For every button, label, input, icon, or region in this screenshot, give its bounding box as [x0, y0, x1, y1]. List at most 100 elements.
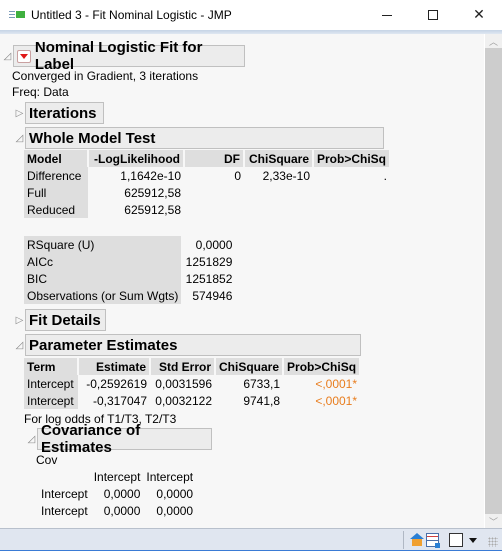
col-header[interactable]: -LogLikelihood — [88, 150, 185, 167]
report-content: ◿ Nominal Logistic Fit for Label Converg… — [0, 34, 484, 528]
row-label: AICc — [24, 253, 182, 270]
minimize-button[interactable] — [364, 0, 410, 30]
outline-main: ◿ Nominal Logistic Fit for Label — [2, 39, 245, 73]
table-row: Intercept -0,2592619 0,0031596 6733,1 <,… — [24, 375, 360, 392]
fit-stats-table: RSquare (U) 0,0000 AICc 1251829 BIC 1251… — [24, 236, 235, 304]
freq-text: Freq: Data — [12, 85, 69, 99]
cell: 0,0000 — [156, 503, 194, 518]
covariance-title: Covariance of Estimates — [41, 422, 141, 456]
row-label: Reduced — [24, 201, 88, 218]
cell: 9741,8 — [243, 393, 281, 408]
close-icon: ✕ — [473, 7, 485, 23]
cell: 0,0000 — [156, 486, 194, 501]
col-header[interactable]: ChiSquare — [244, 150, 314, 167]
col-header[interactable]: Term — [24, 358, 79, 375]
red-triangle-menu-icon[interactable] — [17, 49, 31, 63]
disclosure-open-icon[interactable]: ◿ — [2, 51, 13, 62]
row-label: RSquare (U) — [24, 236, 182, 253]
cell: 2,33e-10 — [262, 168, 310, 183]
cell: 0,0031596 — [155, 376, 212, 391]
cell: 0,0000 — [195, 237, 233, 252]
outline-covariance: ◿ Covariance of Estimates — [26, 422, 212, 456]
table-row: Intercept 0,0000 0,0000 — [38, 485, 196, 502]
cell: 1251829 — [185, 254, 233, 269]
disclosure-open-icon[interactable]: ◿ — [14, 133, 25, 144]
cell: 6733,1 — [243, 376, 281, 391]
table-row: Reduced 625912,58 — [24, 201, 390, 218]
row-label: Difference — [24, 167, 88, 184]
parameter-estimates-header[interactable]: Parameter Estimates — [25, 334, 361, 356]
disclosure-closed-icon[interactable]: ▷ — [14, 108, 25, 119]
cell: 574946 — [192, 288, 233, 303]
window-select-icon[interactable] — [449, 533, 463, 547]
col-header[interactable]: Estimate — [78, 358, 151, 375]
resize-grip-icon[interactable] — [488, 537, 498, 547]
outline-whole-model-test: ◿ Whole Model Test — [14, 127, 384, 149]
col-header: Intercept — [146, 469, 194, 484]
col-header[interactable]: Prob>ChiSq — [313, 150, 392, 167]
table-header-row: Model -LogLikelihood DF ChiSquare Prob>C… — [24, 150, 392, 167]
cell: 0 — [234, 168, 241, 183]
table-row: Intercept -0,317047 0,0032122 9741,8 <,0… — [24, 392, 360, 409]
covariance-table: Intercept Intercept Intercept 0,0000 0,0… — [38, 468, 196, 519]
iterations-title: Iterations — [29, 104, 97, 122]
status-divider — [403, 531, 404, 549]
cell: 0,0000 — [103, 486, 141, 501]
row-label: Intercept — [24, 392, 78, 409]
cell: -0,2592619 — [86, 376, 147, 391]
col-header[interactable]: ChiSquare — [215, 358, 285, 375]
whole-model-test-title: Whole Model Test — [29, 129, 156, 147]
parameter-estimates-table: Term Estimate Std Error ChiSquare Prob>C… — [24, 358, 362, 409]
maximize-icon — [428, 10, 438, 20]
scroll-down-icon[interactable]: ﹀ — [485, 514, 502, 528]
outline-fit-details: ▷ Fit Details — [14, 309, 106, 331]
close-button[interactable]: ✕ — [456, 0, 502, 30]
table-row: Intercept 0,0000 0,0000 — [38, 502, 196, 519]
jmp-app-icon — [9, 9, 25, 21]
table-row: AICc 1251829 — [24, 253, 235, 270]
data-table-icon[interactable] — [426, 533, 440, 548]
table-row: Full 625912,58 — [24, 184, 390, 201]
disclosure-open-icon[interactable]: ◿ — [26, 434, 37, 445]
row-label: Full — [24, 184, 88, 201]
table-header-row: Term Estimate Std Error ChiSquare Prob>C… — [24, 358, 362, 375]
row-label: Observations (or Sum Wgts) — [24, 287, 182, 304]
col-header[interactable]: Model — [24, 150, 89, 167]
fit-details-header[interactable]: Fit Details — [25, 309, 106, 331]
col-header: Intercept — [93, 469, 141, 484]
table-row: RSquare (U) 0,0000 — [24, 236, 235, 253]
table-row: BIC 1251852 — [24, 270, 235, 287]
iterations-header[interactable]: Iterations — [25, 102, 104, 124]
vertical-scrollbar[interactable]: ︿ ﹀ — [485, 34, 502, 528]
table-row: Observations (or Sum Wgts) 574946 — [24, 287, 235, 304]
col-header[interactable]: Std Error — [150, 358, 216, 375]
row-label: Intercept — [41, 486, 88, 501]
row-label: BIC — [24, 270, 182, 287]
main-outline-header[interactable]: Nominal Logistic Fit for Label — [13, 39, 245, 73]
whole-model-test-header[interactable]: Whole Model Test — [25, 127, 384, 149]
scrollbar-thumb[interactable] — [485, 48, 502, 514]
table-row: Difference 1,1642e-10 0 2,33e-10 . — [24, 167, 390, 184]
scroll-up-icon[interactable]: ︿ — [485, 34, 502, 48]
disclosure-closed-icon[interactable]: ▷ — [14, 315, 25, 326]
row-label: Intercept — [24, 375, 78, 392]
cell: 0,0032122 — [155, 393, 212, 408]
converged-text: Converged in Gradient, 3 iterations — [12, 69, 199, 83]
cell: -0,317047 — [92, 393, 147, 408]
title-bar: Untitled 3 - Fit Nominal Logistic - JMP … — [0, 0, 502, 30]
cell: 625912,58 — [124, 185, 181, 200]
cov-label: Cov — [36, 453, 58, 467]
whole-model-test-table: Model -LogLikelihood DF ChiSquare Prob>C… — [24, 150, 392, 218]
main-title: Nominal Logistic Fit for Label — [34, 39, 203, 73]
outline-iterations: ▷ Iterations — [14, 102, 104, 124]
col-header[interactable]: DF — [184, 150, 245, 167]
home-icon[interactable] — [410, 533, 424, 547]
window-dropdown-icon[interactable] — [469, 538, 477, 543]
cell: 0,0000 — [103, 503, 141, 518]
disclosure-open-icon[interactable]: ◿ — [14, 340, 25, 351]
cell: 1251852 — [185, 271, 233, 286]
covariance-header[interactable]: Covariance of Estimates — [37, 422, 212, 456]
col-header[interactable]: Prob>ChiSq — [283, 358, 362, 375]
significant-pvalue: <,0001* — [315, 393, 358, 408]
maximize-button[interactable] — [410, 0, 456, 30]
